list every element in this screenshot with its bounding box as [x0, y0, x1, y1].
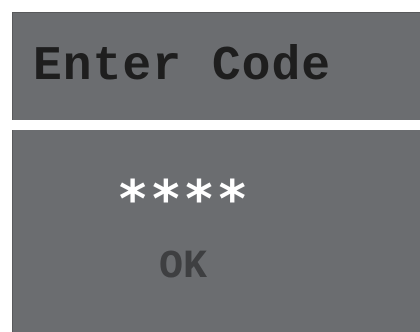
- divider: [12, 120, 420, 130]
- masked-code-display: ****: [119, 178, 252, 222]
- ok-button[interactable]: OK: [143, 242, 223, 294]
- page-title: Enter Code: [33, 40, 332, 94]
- header-panel: Enter Code: [12, 12, 420, 120]
- code-entry-screen: Enter Code **** OK: [0, 0, 420, 332]
- code-entry-panel: **** OK: [12, 130, 420, 332]
